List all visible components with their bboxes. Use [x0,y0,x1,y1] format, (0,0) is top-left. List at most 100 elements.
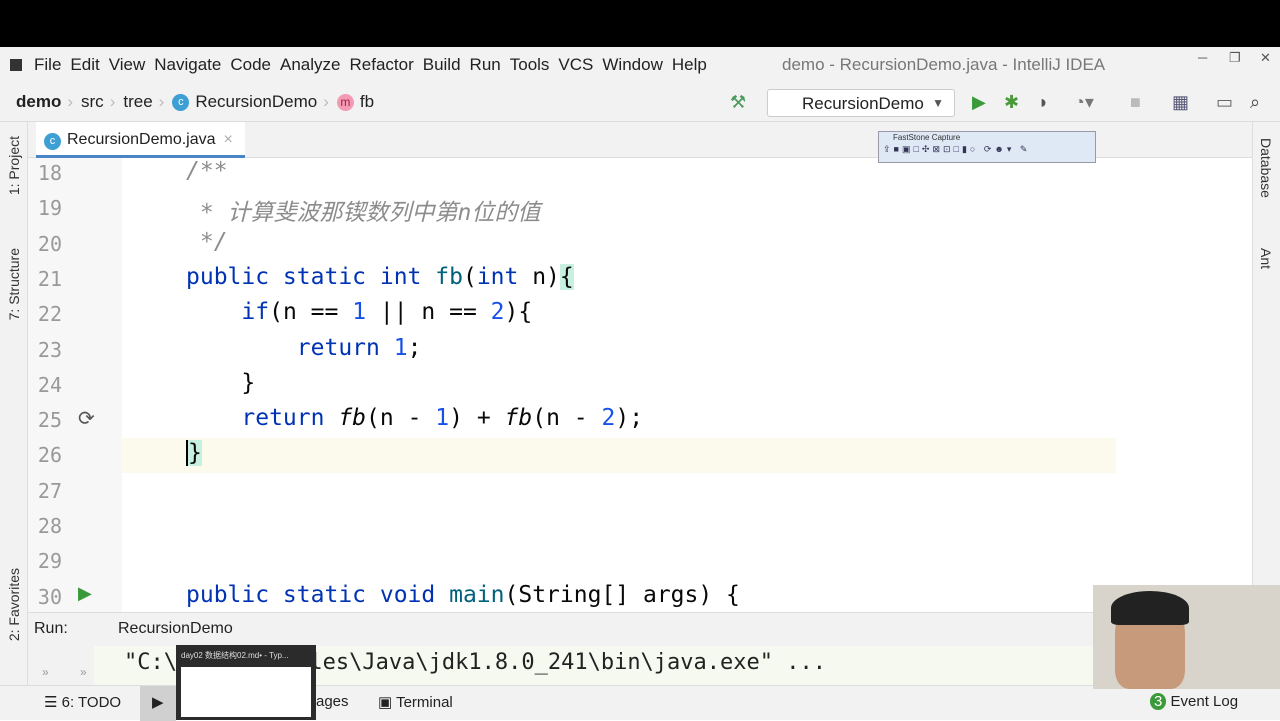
run-tool[interactable]: ▶ [140,686,176,721]
build-hammer-icon[interactable]: ⚒ [730,92,746,113]
faststone-capture-toolbar[interactable]: FastStone Capture ⇪■▣□✣⊠⊡□▮○ ⟳☻▾ ✎ [878,131,1096,163]
todo-tool[interactable]: ☰ 6: TODO [44,693,121,711]
crumb-package[interactable]: tree [123,92,152,112]
code-token: ; [407,334,422,361]
coverage-icon[interactable]: ◗ [1038,92,1049,113]
code-token: } [186,369,256,396]
messages-tool[interactable]: ages [316,693,349,710]
line-number: 22 [37,302,62,327]
terminal-tool[interactable]: ▣ Terminal [378,693,453,711]
code-editor[interactable]: ⟳ ▶ 18/** 19 * 计算斐波那锲数列中第n位的值 20 */21 publi… [28,158,1252,612]
line-number: 24 [37,372,62,397]
code-token: 2 [601,405,616,432]
crumb-method[interactable]: fb [360,92,374,112]
tab-label: RecursionDemo.java [67,131,216,148]
code-token: public static int [186,263,436,290]
menu-file[interactable]: File [34,55,61,75]
menu-refactor[interactable]: Refactor [349,55,413,75]
line-number: 20 [37,231,62,256]
code-line: public static int fb(int n){ [186,263,574,290]
crumb-project[interactable]: demo [16,92,61,112]
event-count-badge: 3 [1150,693,1167,710]
project-structure-icon[interactable]: ▦ [1172,92,1189,113]
recursion-icon: ⟳ [78,408,95,430]
run-label: Run: [34,620,68,637]
menu-build[interactable]: Build [423,55,461,75]
method-icon: m [336,93,354,111]
line-number: 27 [37,478,62,503]
menu-analyze[interactable]: Analyze [280,55,340,75]
code-token: public static void [186,581,450,608]
code-token: return [241,405,339,432]
run-icon[interactable]: ▶ [972,92,986,113]
line-number: 28 [37,514,62,538]
tool-project[interactable]: 1: Project [6,136,22,195]
event-log-label: Event Log [1170,693,1239,710]
code-token: n) [518,263,560,290]
code-token: fb [504,405,533,432]
crumb-src[interactable]: src [81,92,104,112]
tool-database[interactable]: Database [1258,138,1274,198]
run-tab[interactable]: RecursionDemo [118,620,233,638]
menu-help[interactable]: Help [672,55,707,75]
code-line: * 计算斐波那锲数列中第n位的值 [186,193,541,227]
line-number: 23 [37,337,62,362]
menu-run[interactable]: Run [470,55,501,75]
code-token: 1 [435,405,450,432]
faststone-title: FastStone Capture [893,133,961,142]
tool-favorites[interactable]: 2: Favorites [6,568,22,641]
code-line: } [186,440,202,467]
code-line: /** [186,158,228,184]
minimize-button[interactable]: ─ [1198,50,1207,65]
code-token: */ [186,228,228,255]
code-token: 2 [490,299,505,326]
class-icon: c [44,133,61,150]
event-log-tool[interactable]: 3 Event Log [1150,693,1238,710]
profile-icon[interactable]: ◔▾ [1074,92,1094,113]
tool-structure[interactable]: 7: Structure [6,248,22,320]
run-gutter-icon[interactable]: ▶ [78,583,92,604]
menu-code[interactable]: Code [230,55,271,75]
code-token: (n - [366,405,436,432]
tab-recursiondemo[interactable]: c RecursionDemo.java × [36,122,245,158]
menu-window[interactable]: Window [602,55,662,75]
menu-navigate[interactable]: Navigate [154,55,221,75]
capture-icons[interactable]: ⇪■▣□✣⊠⊡□▮○ ⟳☻▾ ✎ [879,142,1095,157]
code-token: fb [338,405,367,432]
code-token: ); [615,405,644,432]
menu-view[interactable]: View [109,55,146,75]
screen-top-bar [0,0,1280,47]
stop-icon[interactable]: ■ [1130,92,1141,113]
code-token: return [296,334,394,361]
code-token: || n == [366,299,491,326]
close-tab-icon[interactable]: × [224,131,233,148]
menu-edit[interactable]: Edit [70,55,99,75]
code-token: /** [186,158,228,184]
webcam-hair [1111,591,1189,625]
expand-icon[interactable]: » [42,665,49,679]
terminal-window-icon[interactable]: ▭ [1216,92,1233,113]
maximize-button[interactable]: ❐ [1229,50,1241,66]
taskbar-thumbnail-preview[interactable]: day02 数据结构02.md• - Typ... [176,645,316,720]
search-icon[interactable]: ⌕ [1250,92,1260,113]
menu-tools[interactable]: Tools [510,55,550,75]
line-number: 30 [37,584,62,609]
current-line-highlight [122,438,1116,473]
code-line: return 1; [186,334,422,361]
line-number: 18 [37,161,62,185]
close-button[interactable]: ✕ [1260,50,1271,66]
tool-ant[interactable]: Ant [1258,248,1274,269]
expand-icon[interactable]: » [80,665,87,679]
line-number: 21 [37,266,62,291]
run-config-dropdown[interactable]: RecursionDemo ▼ [767,89,955,117]
chevron-down-icon: ▼ [932,96,944,110]
thumbnail-page [181,667,311,717]
debug-icon[interactable]: ✱ [1004,92,1019,113]
code-token: ){ [504,299,533,326]
code-token: 1 [393,334,408,361]
line-number: 26 [37,443,62,468]
crumb-class[interactable]: RecursionDemo [195,92,317,112]
menu-vcs[interactable]: VCS [558,55,593,75]
